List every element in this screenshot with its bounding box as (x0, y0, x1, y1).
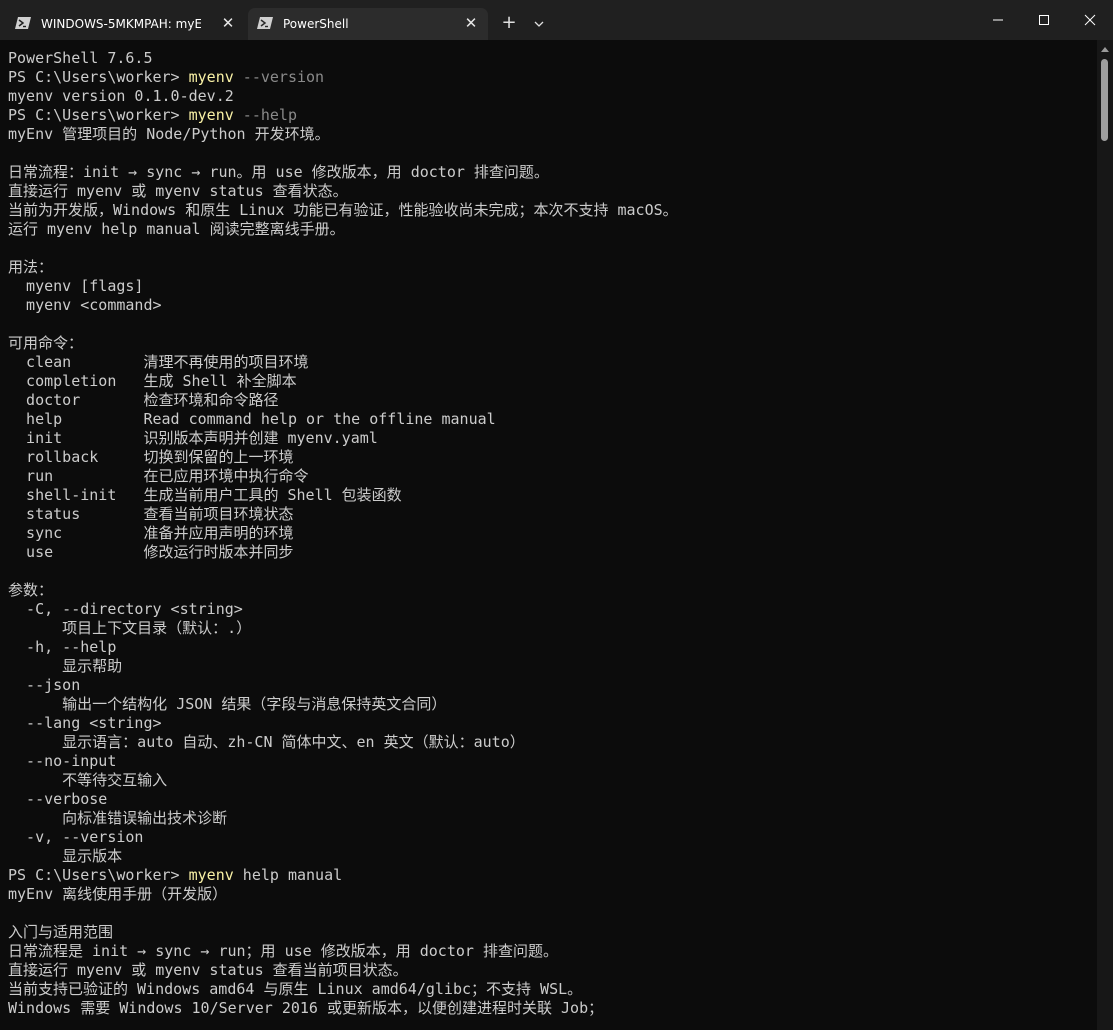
output-line: -v, --version (8, 828, 144, 846)
output-line: 日常流程是 init → sync → run；用 use 修改版本，用 doc… (8, 942, 558, 960)
vertical-scrollbar[interactable] (1097, 40, 1113, 1030)
output-line: shell-init 生成当前用户工具的 Shell 包装函数 (8, 486, 402, 504)
command-name: myenv (188, 106, 234, 124)
output-line: myenv <command> (8, 296, 162, 314)
output-line: rollback 切换到保留的上一环境 (8, 448, 294, 466)
scrollbar-thumb[interactable] (1101, 59, 1108, 141)
close-icon[interactable]: ✕ (464, 16, 478, 31)
output-line: use 修改运行时版本并同步 (8, 543, 294, 561)
close-window-button[interactable] (1067, 0, 1113, 40)
command-args: help manual (233, 866, 343, 884)
maximize-button[interactable] (1021, 0, 1067, 40)
output-line: --json (8, 676, 81, 694)
output-line: 运行 myenv help manual 阅读完整离线手册。 (8, 220, 345, 238)
command-args: --help (233, 106, 297, 124)
title-bar[interactable]: WINDOWS-5MKMPAH: myEnv ✕ PowerShell ✕ + (0, 0, 1113, 40)
output-line: 显示帮助 (8, 657, 123, 675)
output-line: --lang <string> (8, 714, 162, 732)
close-icon[interactable]: ✕ (221, 16, 235, 31)
terminal-window: WINDOWS-5MKMPAH: myEnv ✕ PowerShell ✕ + (0, 0, 1113, 1030)
output-line: myenv [flags] (8, 277, 144, 295)
output-line: 用法： (8, 258, 54, 276)
output-line: 参数： (8, 581, 54, 599)
output-line: -h, --help (8, 638, 117, 656)
minimize-icon (993, 19, 1003, 21)
prompt-text: PS C:\Users\worker> (8, 106, 189, 124)
powershell-icon (257, 16, 273, 30)
output-line: 日常流程：init → sync → run。用 use 修改版本，用 doct… (8, 163, 549, 181)
output-line: clean 清理不再使用的项目环境 (8, 353, 309, 371)
output-line: doctor 检查环境和命令路径 (8, 391, 279, 409)
output-line: 向标准错误输出技术诊断 (8, 809, 228, 827)
output-line: sync 准备并应用声明的环境 (8, 524, 294, 542)
output-line: myenv version 0.1.0-dev.2 (8, 87, 234, 105)
terminal-output[interactable]: PowerShell 7.6.5 PS C:\Users\worker> myen… (0, 40, 1097, 1030)
maximize-icon (1039, 15, 1049, 25)
output-line: run 在已应用环境中执行命令 (8, 467, 309, 485)
output-line: 显示语言：auto 自动、zh-CN 简体中文、en 英文（默认：auto） (8, 733, 525, 751)
tab-label: WINDOWS-5MKMPAH: myEnv (41, 17, 201, 31)
output-line: 直接运行 myenv 或 myenv status 查看当前项目状态。 (8, 961, 408, 979)
output-line: 不等待交互输入 (8, 771, 168, 789)
output-line: --verbose (8, 790, 108, 808)
output-line: 入门与适用范围 (8, 923, 114, 941)
new-tab-button[interactable]: + (497, 12, 521, 36)
chevron-down-icon (534, 21, 544, 27)
plus-icon: + (501, 12, 517, 33)
output-line: 显示版本 (8, 847, 123, 865)
command-args: --version (233, 68, 325, 86)
output-line: status 查看当前项目环境状态 (8, 505, 294, 523)
prompt-text: PS C:\Users\worker> (8, 68, 189, 86)
prompt-line: PS C:\Users\worker> myenv --help (8, 106, 678, 125)
prompt-text: PS C:\Users\worker> (8, 866, 189, 884)
tab-dropdown-button[interactable] (527, 12, 551, 36)
output-line: myEnv 离线使用手册（开发版） (8, 885, 228, 903)
output-line: completion 生成 Shell 补全脚本 (8, 372, 297, 390)
minimize-button[interactable] (975, 0, 1021, 40)
output-line: init 识别版本声明并创建 myenv.yaml (8, 429, 378, 447)
tab-powershell[interactable]: PowerShell ✕ (248, 8, 488, 40)
prompt-line: PS C:\Users\worker> myenv --version (8, 68, 678, 87)
command-name: myenv (188, 68, 234, 86)
output-line: 项目上下文目录（默认：.） (8, 619, 252, 637)
tab-label: PowerShell (283, 17, 349, 31)
output-line: help Read command help or the offline ma… (8, 410, 496, 428)
prompt-line: PS C:\Users\worker> myenv help manual (8, 866, 678, 885)
tab-myenv[interactable]: WINDOWS-5MKMPAH: myEnv ✕ (6, 8, 245, 40)
output-line: 输出一个结构化 JSON 结果（字段与消息保持英文合同） (8, 695, 447, 713)
output-line: 当前为开发版，Windows 和原生 Linux 功能已有验证，性能验收尚未完成… (8, 201, 678, 219)
output-line: Windows 需要 Windows 10/Server 2016 或更新版本，… (8, 999, 604, 1017)
output-line: myEnv 管理项目的 Node/Python 开发环境。 (8, 125, 330, 143)
output-line: 直接运行 myenv 或 myenv status 查看状态。 (8, 182, 348, 200)
command-name: myenv (188, 866, 234, 884)
powershell-icon (15, 16, 31, 30)
output-line: 当前支持已验证的 Windows amd64 与原生 Linux amd64/g… (8, 980, 583, 998)
close-icon (1084, 14, 1096, 26)
output-line: 可用命令： (8, 334, 84, 352)
output-line: -C, --directory <string> (8, 600, 243, 618)
terminal-lines: PowerShell 7.6.5 PS C:\Users\worker> myen… (8, 49, 678, 1018)
output-line: --no-input (8, 752, 117, 770)
scroll-up-arrow-icon[interactable] (1101, 47, 1109, 52)
output-line: PowerShell 7.6.5 (8, 49, 153, 67)
